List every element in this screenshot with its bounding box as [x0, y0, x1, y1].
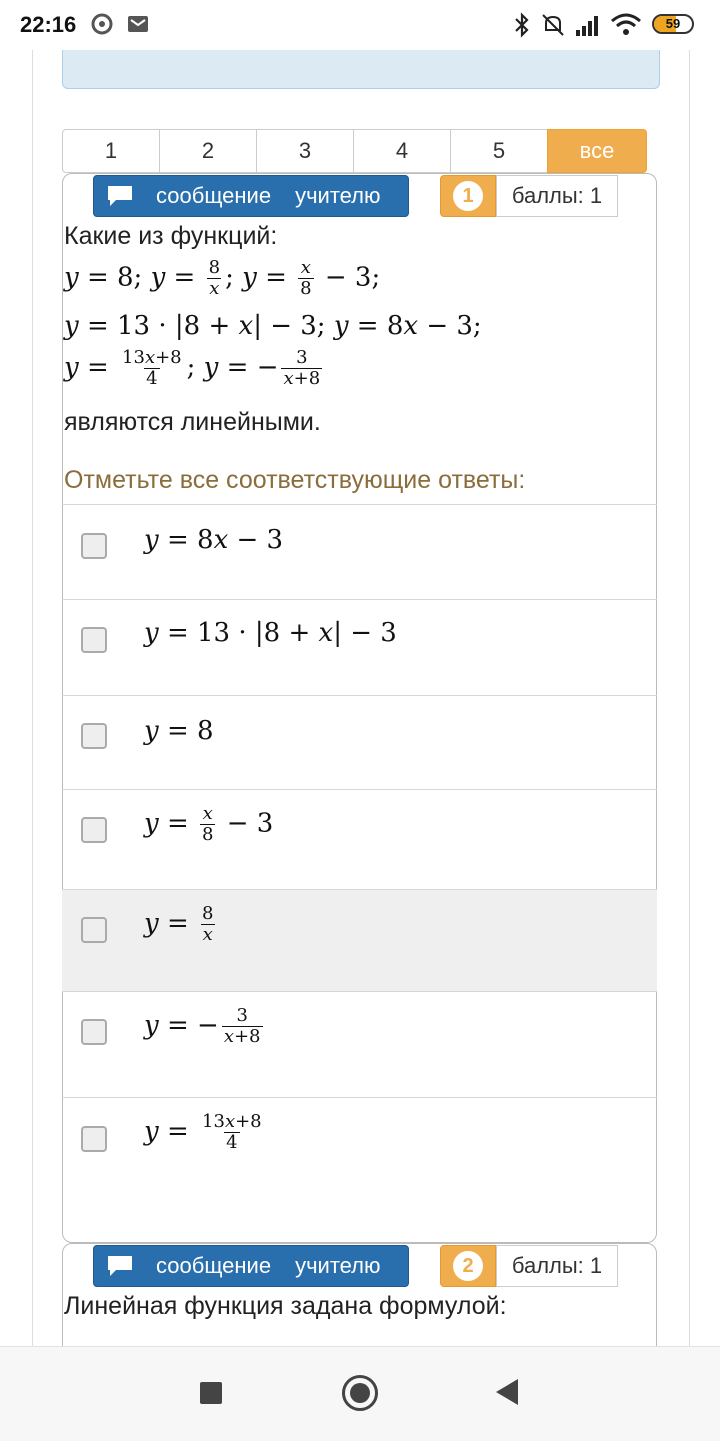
formula-line-2: y = 13 · |8 + x| − 3; y = 8x − 3;: [64, 311, 482, 341]
points-label: баллы: 1: [496, 175, 618, 217]
pager-item-3[interactable]: 3: [256, 129, 354, 173]
wifi-icon: [611, 13, 641, 35]
answer-option[interactable]: y = 8x: [62, 889, 657, 991]
gmail-icon: [128, 16, 148, 32]
battery-text: 59: [665, 16, 681, 31]
answer-option[interactable]: y = x8 − 3: [62, 789, 657, 889]
answer-checkbox[interactable]: [81, 533, 107, 559]
formula-line-1: y = 8; y = 8 x; y = x8 − 3;: [64, 257, 381, 299]
answer-formula: y = x8 − 3: [144, 803, 274, 845]
message-teacher-button[interactable]: сообщение учителю: [93, 175, 409, 217]
message-word-1: сообщение: [156, 183, 272, 208]
answer-option[interactable]: y = 13 · |8 + x| − 3: [62, 599, 657, 695]
question-title: Какие из функций:: [64, 222, 278, 250]
answer-checkbox[interactable]: [81, 627, 107, 653]
answer-option[interactable]: y = 8: [62, 695, 657, 789]
message-word-1: сообщение: [156, 1253, 272, 1278]
answer-option[interactable]: y = 8x − 3: [62, 504, 657, 599]
pager-item-5[interactable]: 5: [450, 129, 548, 173]
question-number-badge: 1: [440, 175, 496, 217]
question-number-badge-2: 2: [440, 1245, 496, 1287]
answer-option[interactable]: y = −3 x+8: [62, 991, 657, 1097]
question-number-2: 2: [453, 1251, 483, 1281]
answer-prompt: Отметьте все соответствующие ответы:: [64, 466, 526, 494]
battery-icon: 59: [652, 14, 694, 34]
answer-checkbox[interactable]: [81, 1019, 107, 1045]
points-label-2: баллы: 1: [496, 1245, 618, 1287]
pager-item-all[interactable]: все: [547, 129, 647, 173]
answer-option[interactable]: y = 13x+8 4: [62, 1097, 657, 1237]
formula-line-3: y = 13x+8 4; y = −3 x+8: [64, 347, 323, 389]
sync-icon: [91, 13, 113, 35]
pager-item-4[interactable]: 4: [353, 129, 451, 173]
answer-formula: y = 8x: [144, 903, 215, 945]
question-pager: 1 2 3 4 5 все: [62, 129, 652, 173]
bluetooth-icon: [515, 12, 529, 38]
info-box: [62, 50, 660, 89]
pager-item-2[interactable]: 2: [159, 129, 257, 173]
answer-formula: y = 13 · |8 + x| − 3: [144, 618, 397, 648]
chat-icon: [108, 1256, 132, 1276]
recent-apps-button[interactable]: [200, 1382, 222, 1404]
question-title-2: Линейная функция задана формулой:: [64, 1292, 507, 1320]
question-ending: являются линейными.: [64, 408, 321, 436]
answer-list: y = 8x − 3 y = 13 · |8 + x| − 3 y = 8 y …: [62, 504, 657, 1237]
chat-icon: [108, 186, 132, 206]
answer-checkbox[interactable]: [81, 723, 107, 749]
status-time: 22:16: [20, 12, 77, 37]
pager-item-1[interactable]: 1: [62, 129, 160, 173]
home-button-inner: [350, 1383, 370, 1403]
answer-formula: y = 13x+8 4: [144, 1111, 262, 1153]
status-bar: 22:16 59: [0, 0, 720, 50]
question-number: 1: [453, 181, 483, 211]
back-button[interactable]: [496, 1379, 518, 1405]
answer-checkbox[interactable]: [81, 1126, 107, 1152]
signal-icon: [576, 16, 598, 36]
mute-bell-icon: [542, 14, 564, 36]
message-word-2: учителю: [295, 1253, 381, 1278]
answer-checkbox[interactable]: [81, 917, 107, 943]
answer-formula: y = 8: [144, 716, 214, 746]
answer-formula: y = 8x − 3: [144, 525, 284, 555]
message-teacher-button-2[interactable]: сообщение учителю: [93, 1245, 409, 1287]
answer-formula: y = −3 x+8: [144, 1005, 263, 1047]
answer-checkbox[interactable]: [81, 817, 107, 843]
message-word-2: учителю: [295, 183, 381, 208]
